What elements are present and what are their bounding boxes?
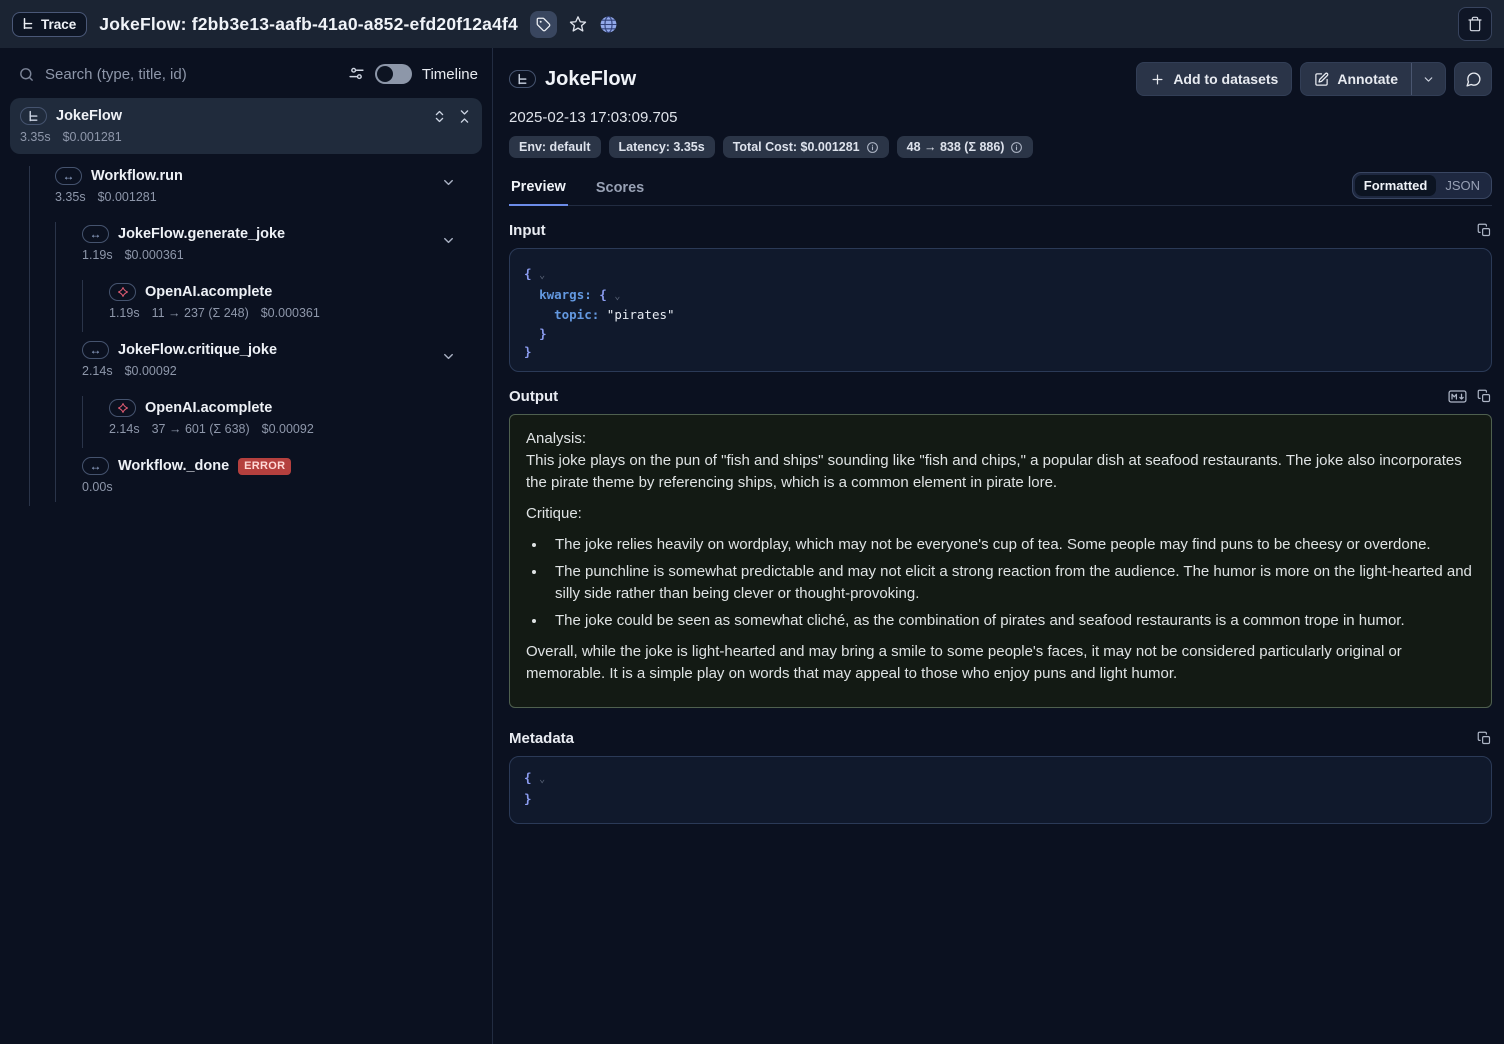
span-icon: ↔ bbox=[82, 225, 109, 243]
star-button[interactable] bbox=[569, 15, 587, 33]
format-toggle-json[interactable]: JSON bbox=[1436, 175, 1489, 196]
tab-scores[interactable]: Scores bbox=[594, 174, 646, 205]
tree-guide-line bbox=[82, 396, 83, 448]
generation-icon bbox=[109, 399, 136, 417]
tree-item-openai-acomplete-2[interactable]: OpenAI.acomplete 2.14s 37 → 601 (Σ 638) … bbox=[10, 392, 482, 450]
search-input[interactable]: Search (type, title, id) bbox=[18, 66, 338, 83]
chevron-down-icon[interactable] bbox=[441, 175, 456, 190]
tree-item-workflow-done[interactable]: ↔ Workflow._done ERROR 0.00s bbox=[10, 450, 482, 508]
copy-icon[interactable] bbox=[1477, 223, 1492, 238]
plus-icon bbox=[1150, 72, 1165, 87]
generation-icon bbox=[109, 283, 136, 301]
root-node-name: JokeFlow bbox=[56, 108, 122, 124]
tree-guide-line bbox=[29, 166, 30, 506]
critique-bullet: The joke relies heavily on wordplay, whi… bbox=[547, 534, 1475, 556]
trace-tree-icon bbox=[509, 70, 536, 88]
format-toggle-formatted[interactable]: Formatted bbox=[1355, 175, 1437, 196]
input-json-viewer[interactable]: { ⌄ kwargs: { ⌄ topic: "pirates" } } bbox=[509, 248, 1492, 372]
annotate-edit-icon bbox=[1314, 72, 1329, 87]
comment-bubble-icon bbox=[1465, 71, 1482, 88]
metadata-json-viewer[interactable]: { ⌄ } bbox=[509, 756, 1492, 824]
timeline-toggle-label: Timeline bbox=[422, 66, 478, 83]
format-toggle: Formatted JSON bbox=[1352, 172, 1492, 199]
copy-icon[interactable] bbox=[1477, 389, 1492, 404]
collapse-all-icon[interactable] bbox=[457, 109, 472, 124]
tree-item-generate-joke[interactable]: ↔ JokeFlow.generate_joke 1.19s $0.000361 bbox=[10, 218, 482, 276]
output-critique-list: The joke relies heavily on wordplay, whi… bbox=[526, 534, 1475, 632]
tree-item-critique-joke[interactable]: ↔ JokeFlow.critique_joke 2.14s $0.00092 bbox=[10, 334, 482, 392]
copy-icon[interactable] bbox=[1477, 731, 1492, 746]
star-icon bbox=[569, 15, 587, 33]
tree-root-item[interactable]: JokeFlow bbox=[10, 98, 482, 154]
page-title: JokeFlow: f2bb3e13-aafb-41a0-a852-efd20f… bbox=[99, 14, 518, 35]
span-icon: ↔ bbox=[82, 457, 109, 475]
output-section-title: Output bbox=[509, 388, 558, 405]
tree-guide-line bbox=[82, 280, 83, 332]
trace-timestamp: 2025-02-13 17:03:09.705 bbox=[509, 109, 1492, 126]
annotate-split-button: Annotate bbox=[1300, 62, 1446, 96]
expand-all-icon[interactable] bbox=[432, 109, 447, 124]
critique-bullet: The punchline is somewhat predictable an… bbox=[547, 561, 1475, 605]
public-link-button[interactable] bbox=[599, 15, 618, 34]
root-duration: 3.35s bbox=[20, 130, 51, 144]
input-section-title: Input bbox=[509, 222, 546, 239]
annotate-button[interactable]: Annotate bbox=[1301, 63, 1411, 95]
globe-icon bbox=[599, 15, 618, 34]
markdown-toggle-icon[interactable] bbox=[1448, 389, 1467, 404]
output-analysis-text: This joke plays on the pun of "fish and … bbox=[526, 452, 1462, 491]
info-icon bbox=[866, 141, 879, 154]
env-badge: Env: default bbox=[509, 136, 601, 158]
output-overall-text: Overall, while the joke is light-hearted… bbox=[526, 641, 1475, 685]
tree-item-workflow-run[interactable]: ↔ Workflow.run 3.35s $0.001281 bbox=[10, 160, 482, 218]
tab-preview[interactable]: Preview bbox=[509, 173, 568, 206]
trace-tree-sidebar: Search (type, title, id) Timeline bbox=[0, 48, 493, 1044]
output-analysis-label: Analysis: bbox=[526, 430, 586, 447]
metadata-section-title: Metadata bbox=[509, 730, 574, 747]
chevron-down-icon[interactable] bbox=[441, 349, 456, 364]
trace-tree: JokeFlow bbox=[0, 98, 492, 508]
search-placeholder: Search (type, title, id) bbox=[45, 66, 187, 83]
delete-trace-button[interactable] bbox=[1458, 7, 1492, 41]
token-usage-badge: 48 → 838 (Σ 886) bbox=[897, 136, 1034, 158]
chevron-down-icon bbox=[1422, 73, 1435, 86]
tree-item-openai-acomplete-1[interactable]: OpenAI.acomplete 1.19s 11 → 237 (Σ 248) … bbox=[10, 276, 482, 334]
trace-tree-icon bbox=[21, 17, 35, 31]
tag-icon bbox=[536, 17, 551, 32]
info-icon bbox=[1010, 141, 1023, 154]
add-to-datasets-button[interactable]: Add to datasets bbox=[1136, 62, 1292, 96]
critique-bullet: The joke could be seen as somewhat clich… bbox=[547, 610, 1475, 632]
span-icon: ↔ bbox=[82, 341, 109, 359]
filter-settings-icon[interactable] bbox=[348, 66, 365, 83]
annotate-dropdown-button[interactable] bbox=[1412, 63, 1445, 95]
error-status-badge: ERROR bbox=[238, 458, 291, 475]
trace-title: JokeFlow bbox=[545, 68, 636, 91]
top-bar: Trace JokeFlow: f2bb3e13-aafb-41a0-a852-… bbox=[0, 0, 1504, 48]
trace-type-badge: Trace bbox=[12, 12, 87, 37]
timeline-toggle[interactable] bbox=[375, 64, 412, 84]
latency-badge: Latency: 3.35s bbox=[609, 136, 715, 158]
root-cost: $0.001281 bbox=[63, 130, 122, 144]
tag-button[interactable] bbox=[530, 11, 557, 38]
trash-icon bbox=[1467, 16, 1483, 32]
output-critique-label: Critique: bbox=[526, 503, 1475, 525]
trace-badge-label: Trace bbox=[41, 17, 76, 32]
trace-tree-icon bbox=[20, 107, 47, 125]
chevron-down-icon[interactable] bbox=[441, 233, 456, 248]
tree-guide-line bbox=[55, 222, 56, 502]
output-markdown-viewer[interactable]: Analysis: This joke plays on the pun of … bbox=[509, 414, 1492, 708]
trace-detail-panel: JokeFlow Add to datasets bbox=[493, 48, 1504, 1044]
search-icon bbox=[18, 66, 35, 83]
comments-button[interactable] bbox=[1454, 62, 1492, 96]
total-cost-badge: Total Cost: $0.001281 bbox=[723, 136, 889, 158]
span-icon: ↔ bbox=[55, 167, 82, 185]
